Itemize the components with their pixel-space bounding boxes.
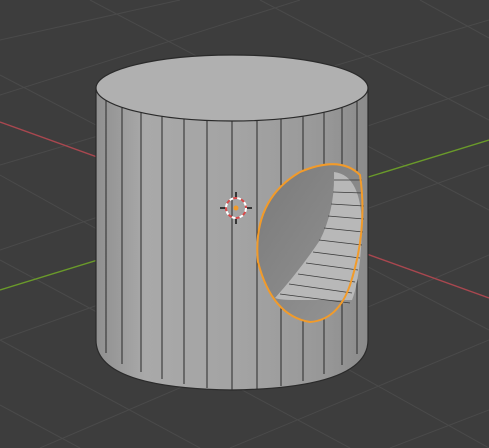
cylinder-object[interactable] [95,54,369,391]
cylinder-top-cap [95,54,369,122]
3d-viewport[interactable] [0,0,489,448]
viewport-canvas[interactable] [0,0,489,448]
